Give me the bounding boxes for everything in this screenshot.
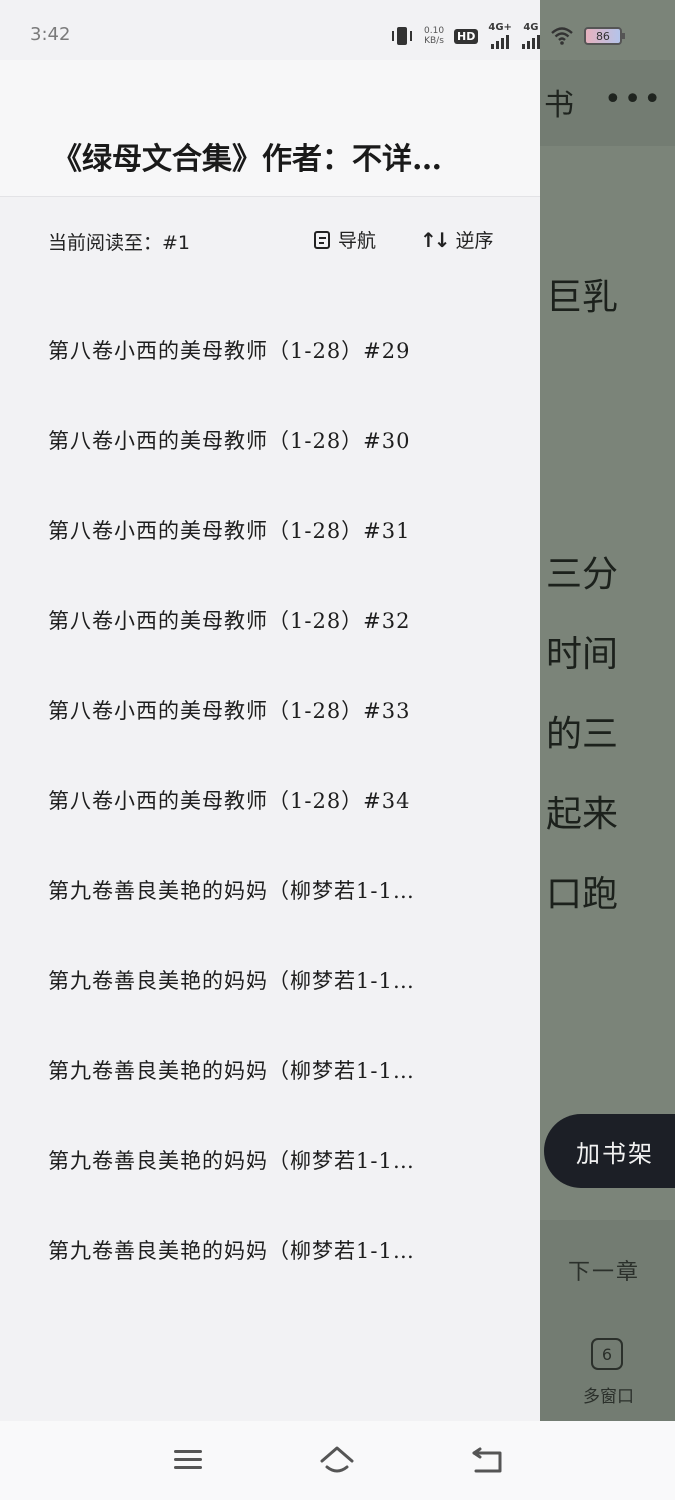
battery-level: 86 <box>596 30 610 43</box>
signal-icon <box>491 33 509 49</box>
multi-window-label: 多窗口 <box>583 1382 634 1407</box>
document-list-icon <box>314 231 330 249</box>
reverse-order-button[interactable]: ↑↓ 逆序 <box>420 226 494 253</box>
status-time: 3:42 <box>30 24 70 45</box>
chapter-item[interactable]: 第九卷善良美艳的妈妈（柳梦若1-1… <box>0 936 540 1026</box>
reader-text-line: 的三 <box>546 705 618 757</box>
window-count: 6 <box>602 1345 612 1364</box>
reverse-order-label: 逆序 <box>456 226 494 253</box>
toc-drawer: 《绿母文合集》作者：不详… 当前阅读至：#1 导航 ↑↓ 逆序 第八卷小西的美母… <box>0 0 540 1421</box>
navigation-button[interactable]: 导航 <box>314 226 376 253</box>
menu-icon[interactable] <box>172 1445 206 1475</box>
vibrate-icon <box>390 25 414 47</box>
reader-text-line: 巨乳 <box>546 268 618 320</box>
battery-icon: 86 <box>584 27 622 45</box>
signal-icon <box>522 33 540 49</box>
chapter-item[interactable]: 第九卷善良美艳的妈妈（柳梦若1-1… <box>0 1116 540 1206</box>
back-icon[interactable] <box>470 1445 504 1475</box>
chapter-item[interactable]: 第九卷善良美艳的妈妈（柳梦若1-1… <box>0 1026 540 1116</box>
sim2-signal: 4G <box>522 23 540 49</box>
reader-text-line: 三分 <box>546 545 618 597</box>
reader-text-line: 起来 <box>546 785 618 837</box>
system-nav-bar <box>0 1421 675 1500</box>
chapter-item[interactable]: 第八卷小西的美母教师（1-28）#30 <box>0 396 540 486</box>
add-to-bookshelf-button[interactable]: 加书架 <box>544 1114 675 1188</box>
next-chapter-button[interactable]: 下一章 <box>568 1254 640 1286</box>
add-to-bookshelf-label: 加书架 <box>576 1134 654 1169</box>
network-speed: 0.10 KB/s <box>424 26 444 46</box>
hd-voice-icon: HD <box>454 29 478 44</box>
navigation-label: 导航 <box>338 226 376 253</box>
home-icon[interactable] <box>320 1445 354 1475</box>
network-speed-value: 0.10 <box>424 26 444 36</box>
status-icons: 0.10 KB/s HD 4G+ 4G 86 <box>390 22 622 50</box>
wifi-icon <box>550 26 574 46</box>
chapter-item[interactable]: 第九卷善良美艳的妈妈（柳梦若1-1… <box>0 846 540 936</box>
chapter-list: 第八卷小西的美母教师（1-28）#29 第八卷小西的美母教师（1-28）#30 … <box>0 306 540 1296</box>
reader-text-line: 时间 <box>546 625 618 677</box>
chapter-item[interactable]: 第八卷小西的美母教师（1-28）#31 <box>0 486 540 576</box>
chapter-item[interactable]: 第九卷善良美艳的妈妈（柳梦若1-1… <box>0 1206 540 1296</box>
chapter-item[interactable]: 第八卷小西的美母教师（1-28）#33 <box>0 666 540 756</box>
chapter-item[interactable]: 第八卷小西的美母教师（1-28）#34 <box>0 756 540 846</box>
sim1-signal: 4G+ <box>488 23 512 49</box>
network-speed-unit: KB/s <box>424 36 444 46</box>
sim1-type: 4G+ <box>488 23 512 33</box>
sim2-type: 4G <box>523 23 538 33</box>
reading-progress-label: 当前阅读至：#1 <box>48 228 190 255</box>
book-title: 《绿母文合集》作者：不详… <box>52 134 472 178</box>
sort-arrows-icon: ↑↓ <box>420 228 448 252</box>
more-options-button[interactable]: ••• <box>604 82 663 117</box>
chapter-item[interactable]: 第八卷小西的美母教师（1-28）#29 <box>0 306 540 396</box>
reader-text-line: 口跑 <box>546 865 618 917</box>
multi-window-icon[interactable]: 6 <box>591 1338 623 1370</box>
reader-title: 书 <box>544 80 574 124</box>
chapter-item[interactable]: 第八卷小西的美母教师（1-28）#32 <box>0 576 540 666</box>
